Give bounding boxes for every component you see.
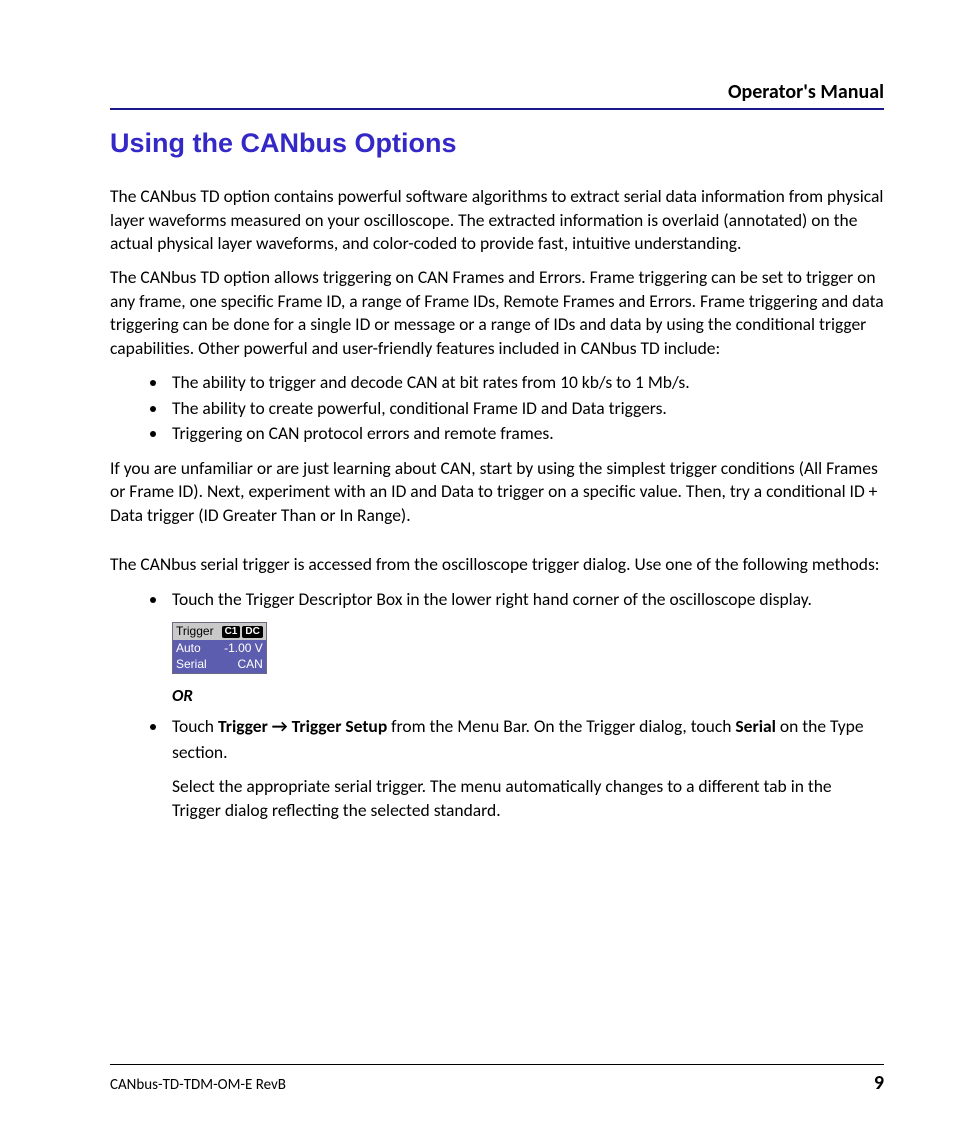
method-list: Touch the Trigger Descriptor Box in the … bbox=[110, 587, 884, 822]
feature-item: Triggering on CAN protocol errors and re… bbox=[168, 421, 884, 446]
feature-item: The ability to trigger and decode CAN at… bbox=[168, 370, 884, 395]
method2-text: Touch Trigger → Trigger Setup from the M… bbox=[172, 715, 864, 762]
doc-id: CANbus-TD-TDM-OM-E RevB bbox=[110, 1076, 286, 1094]
method-item-1: Touch the Trigger Descriptor Box in the … bbox=[168, 587, 884, 708]
method-item-2: Touch Trigger → Trigger Setup from the M… bbox=[168, 714, 884, 822]
trigger-type: Serial bbox=[176, 657, 207, 671]
page-number: 9 bbox=[874, 1071, 884, 1095]
intro-paragraph-1: The CANbus TD option contains powerful s… bbox=[110, 185, 884, 256]
feature-item: The ability to create powerful, conditio… bbox=[168, 396, 884, 421]
intro-paragraph-2: The CANbus TD option allows triggering o… bbox=[110, 266, 884, 361]
method2-bold-serial: Serial bbox=[735, 715, 776, 737]
method2-bold-path: Trigger → Trigger Setup bbox=[218, 715, 387, 737]
trigger-protocol: CAN bbox=[237, 657, 262, 671]
trigger-row-1: Trigger C1 DC bbox=[173, 623, 266, 639]
header: Operator's Manual bbox=[110, 80, 884, 110]
footer: CANbus-TD-TDM-OM-E RevB 9 bbox=[110, 1064, 884, 1095]
header-title: Operator's Manual bbox=[728, 80, 884, 104]
trigger-level: -1.00 V bbox=[224, 641, 263, 655]
method2-paragraph-2: Select the appropriate serial trigger. T… bbox=[172, 775, 884, 822]
trigger-row-3: Serial CAN bbox=[173, 656, 266, 672]
trigger-row-2: Auto -1.00 V bbox=[173, 640, 266, 656]
access-paragraph: The CANbus serial trigger is accessed fr… bbox=[110, 553, 884, 577]
page: Operator's Manual Using the CANbus Optio… bbox=[0, 0, 954, 1145]
trigger-badge-dc: DC bbox=[242, 626, 262, 638]
feature-list: The ability to trigger and decode CAN at… bbox=[110, 370, 884, 446]
method1-text: Touch the Trigger Descriptor Box in the … bbox=[172, 588, 812, 610]
or-label: OR bbox=[172, 684, 884, 709]
trigger-label: Trigger bbox=[176, 624, 214, 638]
intro-paragraph-3: If you are unfamiliar or are just learni… bbox=[110, 457, 884, 528]
trigger-mode: Auto bbox=[176, 641, 201, 655]
trigger-badge-c1: C1 bbox=[222, 626, 241, 638]
trigger-descriptor-box[interactable]: Trigger C1 DC Auto -1.00 V Serial CAN bbox=[172, 622, 267, 673]
page-heading: Using the CANbus Options bbox=[110, 128, 884, 159]
